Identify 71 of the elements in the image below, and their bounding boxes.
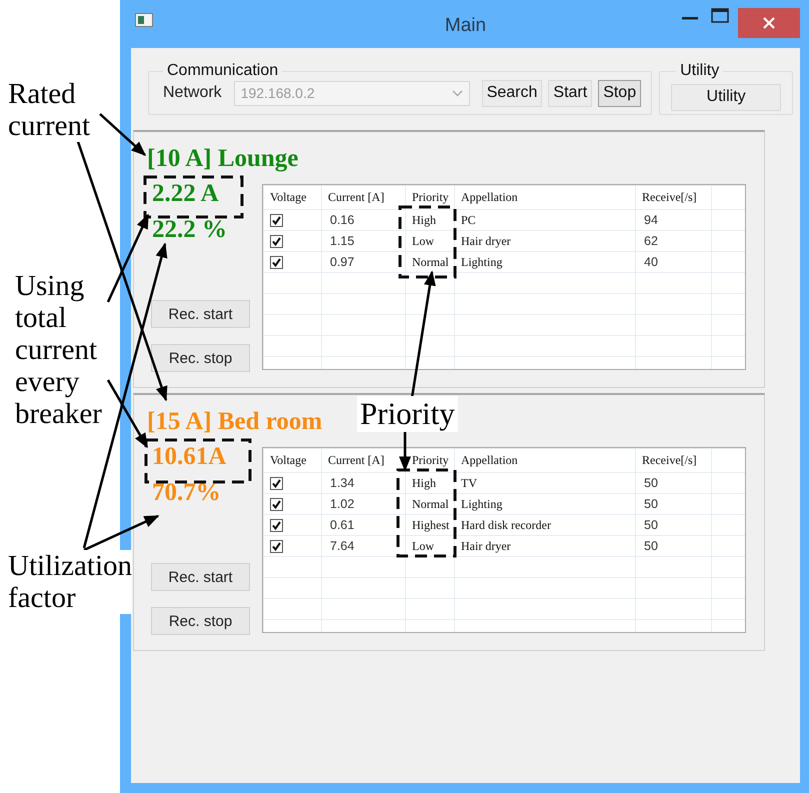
current-cell: 0.97 [330, 255, 354, 269]
column-header: Receive[/s] [636, 186, 712, 210]
window-title: Main [444, 15, 486, 36]
utility-button[interactable]: Utility [671, 84, 782, 110]
appellation-cell: Hair dryer [461, 234, 511, 248]
receive-cell: 94 [644, 213, 658, 227]
priority-cell: Low [412, 234, 434, 248]
priority-cell: Low [412, 538, 434, 552]
current-cell: 1.34 [330, 476, 354, 490]
priority-cell: Normal [412, 496, 449, 510]
app-icon [135, 13, 153, 27]
appellation-cell: Hard disk recorder [461, 518, 551, 532]
toolbar-button[interactable]: Search [482, 80, 542, 106]
priority-cell: Highest [412, 518, 450, 532]
toolbar-button[interactable]: Stop [598, 80, 642, 106]
current-cell: 1.15 [330, 234, 354, 248]
receive-cell: 62 [644, 234, 658, 248]
current-cell: 0.61 [330, 518, 354, 532]
appellation-cell: Hair dryer [461, 538, 511, 552]
callout-label: Priority [357, 396, 458, 432]
toolbar-button[interactable]: Start [548, 80, 592, 106]
checkbox[interactable] [270, 540, 283, 554]
column-header: Appellation [454, 448, 636, 472]
receive-cell: 50 [644, 476, 658, 490]
column-header: Receive[/s] [636, 448, 712, 472]
group-label: Communication [166, 62, 280, 80]
appellation-cell: PC [461, 212, 476, 226]
column-header: Voltage [264, 448, 322, 472]
priority-cell: High [412, 212, 436, 226]
utilization-value: 70.7% [152, 479, 221, 507]
current-value: 10.61A [152, 443, 226, 471]
current-cell: 7.64 [330, 539, 354, 553]
column-header: Priority [406, 186, 454, 210]
column-header: Current [A] [322, 448, 406, 472]
receive-cell: 50 [644, 539, 658, 553]
group-label: Utility [679, 62, 720, 80]
receive-cell: 40 [644, 255, 658, 269]
checkbox[interactable] [270, 235, 283, 248]
network-label: Network [163, 84, 222, 102]
close-button[interactable] [738, 8, 800, 38]
column-header: Priority [406, 448, 454, 472]
checkbox[interactable] [270, 477, 283, 490]
current-value: 2.22 A [152, 180, 219, 208]
appellation-cell: Lighting [461, 254, 502, 268]
column-header: Voltage [264, 186, 322, 210]
record-button[interactable]: Rec. stop [151, 344, 250, 372]
dropdown-caret-icon [452, 90, 463, 96]
column-header: Appellation [454, 186, 636, 210]
column-header: Current [A] [322, 186, 406, 210]
current-cell: 0.16 [330, 213, 354, 227]
annotation-text: Utilization factor [8, 550, 132, 614]
record-button[interactable]: Rec. stop [151, 607, 250, 635]
maximize-icon[interactable] [710, 8, 730, 24]
close-icon [763, 17, 775, 29]
record-button[interactable]: Rec. start [151, 300, 250, 328]
receive-cell: 50 [644, 518, 658, 532]
checkbox[interactable] [270, 256, 283, 270]
appellation-cell: TV [461, 476, 477, 490]
breaker-title: [15 A] Bed room [147, 408, 322, 436]
annotation-arrow [399, 432, 411, 472]
breaker-title: [10 A] Lounge [147, 145, 298, 173]
priority-cell: Normal [412, 254, 449, 268]
checkbox[interactable] [270, 519, 283, 532]
current-cell: 1.02 [330, 497, 354, 511]
utilization-value: 22.2 % [152, 216, 227, 244]
checkbox[interactable] [270, 214, 283, 228]
receive-cell: 50 [644, 497, 658, 511]
record-button[interactable]: Rec. start [151, 563, 250, 591]
checkbox[interactable] [270, 498, 283, 512]
appellation-cell: Lighting [461, 496, 502, 510]
priority-cell: High [412, 476, 436, 490]
